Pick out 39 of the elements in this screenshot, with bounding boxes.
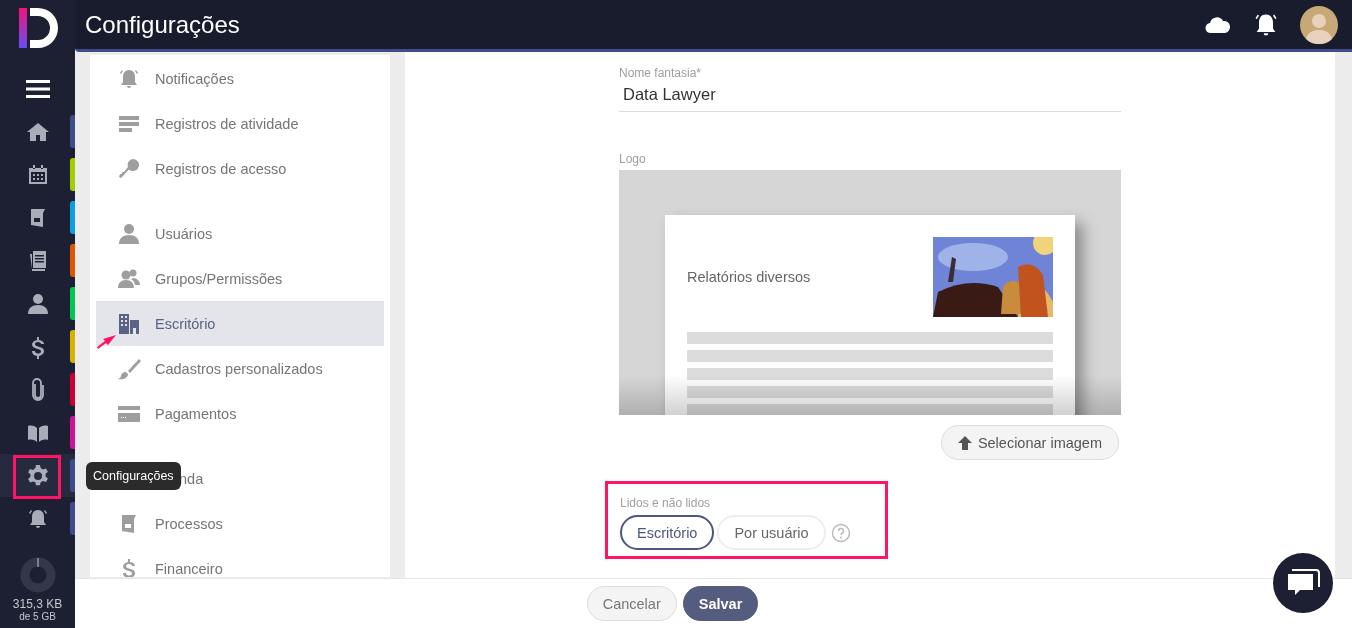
settings-menu-item[interactable]: Financeiro [96, 546, 384, 577]
chat-button[interactable] [1273, 553, 1333, 613]
page-title: Configurações [85, 10, 241, 39]
field-label: Nome fantasia* [619, 66, 703, 80]
settings-menu-item[interactable]: Registros de acesso [96, 146, 384, 191]
name-field[interactable]: Data Lawyer [619, 80, 1121, 112]
settings-menu-item[interactable]: Notificações [96, 56, 384, 101]
settings-menu-item[interactable]: Usuários [96, 211, 384, 256]
toggle-option[interactable]: Escritório [620, 515, 715, 550]
settings-menu-item[interactable]: Grupos/Permissões [96, 256, 384, 301]
person-icon [25, 291, 50, 316]
select-image-button[interactable]: Selecionar imagem [940, 425, 1119, 460]
key-icon [117, 156, 141, 181]
settings-menu-item[interactable]: Processos [96, 501, 384, 546]
toggle-option[interactable]: Por usuário [717, 515, 826, 550]
highlight-frame [13, 455, 61, 499]
cancel-button[interactable]: Cancelar [586, 586, 677, 621]
save-button[interactable]: Salvar [682, 586, 759, 621]
person-icon [117, 221, 141, 246]
storage-donut-icon [19, 557, 56, 593]
field-label: Lidos e não lidos [620, 496, 711, 510]
settings-menu-item[interactable]: Escritório [96, 301, 384, 346]
chat-icon [1286, 568, 1320, 598]
brush-icon [117, 356, 141, 381]
sidebar-item[interactable] [0, 454, 75, 497]
preview-title: Relatórios diversos [687, 269, 811, 285]
settings-menu-item[interactable]: Cadastros personalizados [96, 346, 384, 391]
menu-icon[interactable] [25, 80, 50, 98]
storage-used: 315,3 KB [12, 597, 63, 611]
storage-total: de 5 GB [19, 611, 56, 622]
tooltip: Configurações [86, 462, 181, 490]
avatar[interactable] [1300, 5, 1338, 44]
pointer-arrow-icon [97, 335, 116, 349]
settings-menu-item[interactable]: Pagamentos [96, 391, 384, 436]
settings-menu-item[interactable]: Registros de atividade [96, 101, 384, 146]
upload-arrow-icon [957, 435, 972, 450]
settings-icon [25, 463, 50, 488]
field-label: Logo [619, 152, 647, 166]
building-icon [117, 311, 141, 336]
